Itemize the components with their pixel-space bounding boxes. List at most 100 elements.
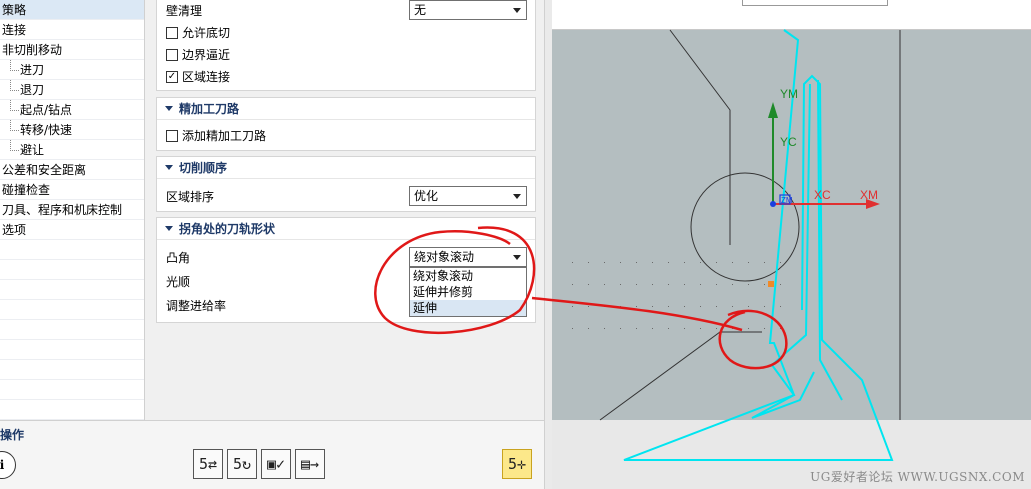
dropdown-option[interactable]: 延伸并修剪 [410,284,526,300]
origin-point [770,201,776,207]
dot-mark [764,262,765,263]
info-button[interactable]: i [0,451,16,479]
xm-label: XM [860,188,878,202]
dot-mark [636,284,637,285]
allow-undercut-row: 允许底切 [166,23,230,43]
add-finish-row: 添加精加工刀路 [166,126,266,146]
region-connect-label: 区域连接 [182,70,231,84]
dot-mark [652,284,653,285]
dot-mark [700,328,701,329]
cut-order-group: 切削顺序 区域排序 优化 [156,156,536,212]
convex-select[interactable]: 绕对象滚动 [409,247,527,267]
graphics-viewport[interactable]: YM YC XC XM ZM UG爱好者论坛 WWW.UGSNX.COM [552,0,1031,489]
finish-pass-header[interactable]: 精加工刀路 [157,98,535,120]
part-geometry: YM YC XC XM ZM [552,29,1031,489]
dot-mark [780,284,781,285]
dot-mark [668,262,669,263]
dot-mark [604,306,605,307]
dot-mark [588,328,589,329]
nav-empty-row [0,380,144,400]
finish-pass-title: 精加工刀路 [179,102,240,116]
list-button[interactable]: ▤→ [295,449,325,479]
nav-item[interactable]: 避让 [0,140,144,160]
operations-title: 操作 [0,428,25,442]
feed-label: 调整进给率 [166,299,227,313]
dot-mark [732,306,733,307]
generate-button[interactable]: 5⇄ [193,449,223,479]
dot-mark [572,306,573,307]
dot-mark [588,284,589,285]
settings-scrollbar[interactable] [544,0,552,489]
dot-mark [716,306,717,307]
orange-marker [768,281,774,287]
region-sort-select[interactable]: 优化 [409,186,527,206]
dot-mark [588,306,589,307]
convex-label: 凸角 [166,251,191,265]
collapse-triangle-icon [165,226,173,231]
dot-mark [780,306,781,307]
dot-mark [668,284,669,285]
dot-mark [668,328,669,329]
nav-item[interactable]: 连接 [0,20,144,40]
cut-order-header[interactable]: 切削顺序 [157,157,535,179]
boundary-approach-checkbox[interactable] [166,48,178,61]
dot-mark [588,262,589,263]
replay-button[interactable]: 5↻ [227,449,257,479]
corner-header[interactable]: 拐角处的刀轨形状 [157,218,535,240]
nav-item[interactable]: 退刀 [0,80,144,100]
dot-mark [572,284,573,285]
nav-empty-row [0,240,144,260]
add-finish-label: 添加精加工刀路 [182,129,267,143]
allow-undercut-checkbox[interactable] [166,26,178,39]
region-sort-value: 优化 [414,189,439,203]
nav-item[interactable]: 选项 [0,220,144,240]
dot-mark [572,262,573,263]
dot-mark [780,328,781,329]
nav-item[interactable]: 非切削移动 [0,40,144,60]
dot-mark [764,306,765,307]
dot-mark [748,262,749,263]
dropdown-option[interactable]: 延伸 [410,300,526,316]
region-connect-checkbox[interactable]: ✓ [166,70,178,83]
collapse-triangle-icon [165,106,173,111]
nav-item[interactable]: 起点/钻点 [0,100,144,120]
nav-item[interactable]: 刀具、程序和机床控制 [0,200,144,220]
nav-item[interactable]: 公差和安全距离 [0,160,144,180]
collapse-triangle-icon [165,165,173,170]
nav-item[interactable]: 进刀 [0,60,144,80]
nav-empty-row [0,400,144,420]
nav-item[interactable]: 转移/快速 [0,120,144,140]
dot-mark [700,284,701,285]
region-connect-row: ✓ 区域连接 [166,67,230,87]
dot-mark [620,306,621,307]
convex-value: 绕对象滚动 [414,250,475,264]
dot-mark [684,306,685,307]
confirm-button[interactable]: 5✛ [502,449,532,479]
dot-mark [684,328,685,329]
add-finish-checkbox[interactable] [166,129,178,142]
dot-mark [604,262,605,263]
dot-mark [636,328,637,329]
xc-label: XC [814,188,831,202]
dot-mark [748,284,749,285]
wall-clean-select[interactable]: 无 [409,0,527,20]
allow-undercut-label: 允许底切 [182,26,231,40]
dropdown-option[interactable]: 绕对象滚动 [410,268,526,284]
nav-item[interactable]: 碰撞检查 [0,180,144,200]
dot-mark [620,284,621,285]
dot-mark [716,328,717,329]
verify-button[interactable]: ▣✓ [261,449,291,479]
dot-mark [764,284,765,285]
boundary-approach-row: 边界逼近 [166,45,230,65]
nav-empty-row [0,320,144,340]
dot-mark [732,262,733,263]
dot-mark [732,284,733,285]
ym-label: YM [780,87,798,101]
cut-order-title: 切削顺序 [179,161,228,175]
dot-mark [716,262,717,263]
nav-empty-row [0,280,144,300]
region-sort-label: 区域排序 [166,190,215,204]
nav-item[interactable]: 策略 [0,0,144,20]
dot-mark [652,306,653,307]
dot-mark [748,306,749,307]
